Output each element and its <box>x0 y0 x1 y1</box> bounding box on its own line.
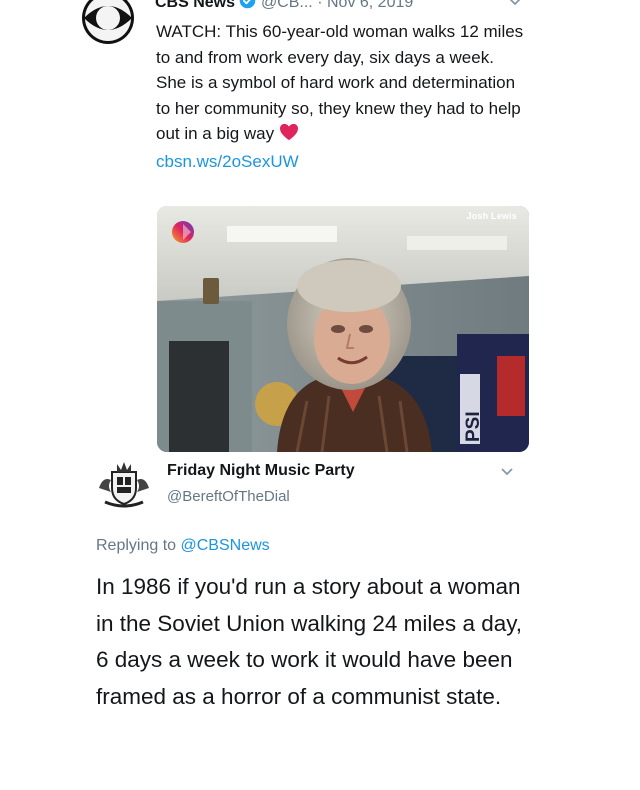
author-name[interactable]: CBS News <box>155 0 235 11</box>
quoted-tweet-header: CBS News @CB... · Nov 6, 2019 <box>155 0 413 14</box>
chevron-down-icon[interactable] <box>508 0 522 12</box>
quoted-tweet[interactable]: CBS News @CB... · Nov 6, 2019 WATCH: Thi… <box>0 0 640 455</box>
woman-photo: PSI <box>157 206 529 452</box>
red-heart-emoji <box>279 123 299 149</box>
video-watermark: Josh Lewis <box>466 211 517 221</box>
replying-prefix: Replying to <box>96 537 177 554</box>
replying-to-line: Replying to @CBSNews <box>96 537 270 555</box>
reply-chevron-down-icon[interactable] <box>500 464 514 482</box>
tweet-date[interactable]: Nov 6, 2019 <box>327 0 413 11</box>
cbs-eye-logo <box>82 0 134 44</box>
author-handle[interactable]: @CB... <box>261 0 313 11</box>
instagram-logo-icon <box>171 220 195 244</box>
sign-text: PSI <box>463 411 484 442</box>
reply-avatar[interactable] <box>95 458 153 510</box>
header-separator: · <box>317 0 323 11</box>
quoted-tweet-text: WATCH: This 60-year-old woman walks 12 m… <box>156 19 526 174</box>
tweet-link[interactable]: cbsn.ws/2oSexUW <box>156 152 299 171</box>
replying-mention[interactable]: @CBSNews <box>181 537 270 554</box>
reply-author-name[interactable]: Friday Night Music Party <box>167 462 355 480</box>
reply-author-handle[interactable]: @BereftOfTheDial <box>167 488 290 505</box>
verified-badge-icon <box>239 0 256 14</box>
tweet-body: WATCH: This 60-year-old woman walks 12 m… <box>156 22 524 143</box>
reply-tweet-text: In 1986 if you'd run a story about a wom… <box>96 574 523 709</box>
cbs-avatar[interactable] <box>80 0 138 44</box>
video-thumbnail[interactable]: PSI Josh Lewis <box>157 206 529 452</box>
crest-logo-icon <box>99 462 149 508</box>
